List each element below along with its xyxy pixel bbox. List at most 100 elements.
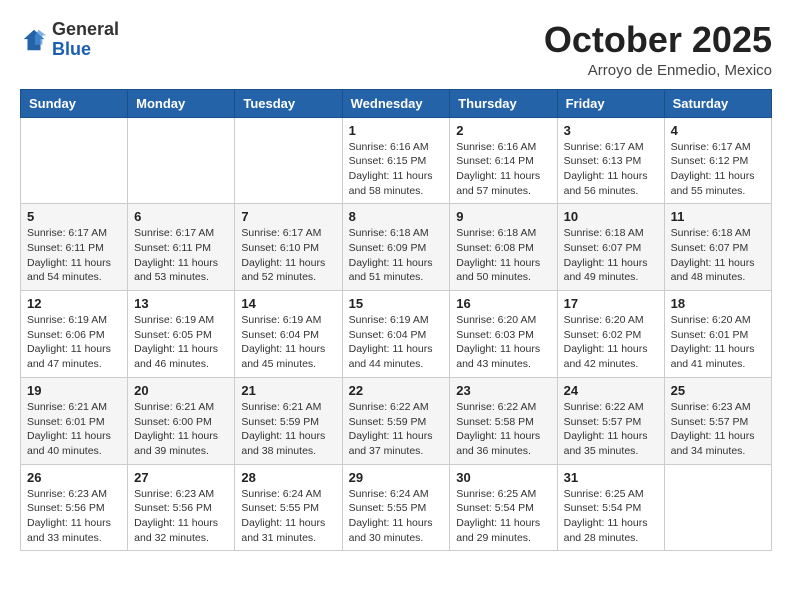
calendar-cell: 17Sunrise: 6:20 AM Sunset: 6:02 PM Dayli… — [557, 291, 664, 378]
calendar-cell: 28 Sunrise: 6:24 AM Sunset: 5:55 PM Dayli… — [235, 464, 342, 551]
weekday-header: Sunday — [21, 89, 128, 117]
calendar-cell: 4 Sunrise: 6:17 AM Sunset: 6:12 PM Daylig… — [664, 117, 771, 204]
calendar-cell — [21, 117, 128, 204]
day-info: Sunrise: 6:23 AM Sunset: 5:56 PM Dayligh… — [27, 487, 121, 546]
day-info: Sunrise: 6:22 AM Sunset: 5:58 PM Dayligh… — [456, 400, 550, 459]
calendar-cell: 18 Sunrise: 6:20 AM Sunset: 6:01 PM Dayli… — [664, 291, 771, 378]
day-info: Sunrise: 6:20 AM Sunset: 6:01 PM Dayligh… — [671, 313, 765, 372]
calendar-cell: 6Sunrise: 6:17 AM Sunset: 6:11 PM Daylig… — [128, 204, 235, 291]
day-number: 20 — [134, 383, 228, 398]
calendar-week-row: 1 Sunrise: 6:16 AM Sunset: 6:15 PM Daylig… — [21, 117, 772, 204]
calendar-cell: 15 Sunrise: 6:19 AM Sunset: 6:04 PM Dayli… — [342, 291, 450, 378]
day-info: Sunrise: 6:17 AM Sunset: 6:10 PM Dayligh… — [241, 226, 335, 285]
page-header: General Blue October 2025 Arroyo de Enme… — [20, 20, 772, 79]
calendar-cell: 19 Sunrise: 6:21 AM Sunset: 6:01 PM Dayli… — [21, 377, 128, 464]
logo-icon — [20, 26, 48, 54]
calendar-cell: 10 Sunrise: 6:18 AM Sunset: 6:07 PM Dayli… — [557, 204, 664, 291]
weekday-header: Wednesday — [342, 89, 450, 117]
day-info: Sunrise: 6:23 AM Sunset: 5:57 PM Dayligh… — [671, 400, 765, 459]
day-number: 24 — [564, 383, 658, 398]
day-number: 1 — [349, 123, 444, 138]
calendar-cell: 14 Sunrise: 6:19 AM Sunset: 6:04 PM Dayli… — [235, 291, 342, 378]
calendar-cell: 26Sunrise: 6:23 AM Sunset: 5:56 PM Dayli… — [21, 464, 128, 551]
title-area: October 2025 Arroyo de Enmedio, Mexico — [544, 20, 772, 79]
calendar-cell: 1 Sunrise: 6:16 AM Sunset: 6:15 PM Daylig… — [342, 117, 450, 204]
day-number: 4 — [671, 123, 765, 138]
day-info: Sunrise: 6:19 AM Sunset: 6:04 PM Dayligh… — [241, 313, 335, 372]
calendar-week-row: 12Sunrise: 6:19 AM Sunset: 6:06 PM Dayli… — [21, 291, 772, 378]
day-info: Sunrise: 6:20 AM Sunset: 6:03 PM Dayligh… — [456, 313, 550, 372]
day-info: Sunrise: 6:17 AM Sunset: 6:12 PM Dayligh… — [671, 140, 765, 199]
day-number: 19 — [27, 383, 121, 398]
location-title: Arroyo de Enmedio, Mexico — [544, 62, 772, 79]
day-number: 29 — [349, 470, 444, 485]
day-info: Sunrise: 6:16 AM Sunset: 6:15 PM Dayligh… — [349, 140, 444, 199]
day-info: Sunrise: 6:16 AM Sunset: 6:14 PM Dayligh… — [456, 140, 550, 199]
day-number: 22 — [349, 383, 444, 398]
calendar-header-row: SundayMondayTuesdayWednesdayThursdayFrid… — [21, 89, 772, 117]
day-info: Sunrise: 6:17 AM Sunset: 6:13 PM Dayligh… — [564, 140, 658, 199]
day-info: Sunrise: 6:21 AM Sunset: 5:59 PM Dayligh… — [241, 400, 335, 459]
day-number: 14 — [241, 296, 335, 311]
day-number: 16 — [456, 296, 550, 311]
calendar-cell: 8Sunrise: 6:18 AM Sunset: 6:09 PM Daylig… — [342, 204, 450, 291]
weekday-header: Friday — [557, 89, 664, 117]
weekday-header: Tuesday — [235, 89, 342, 117]
day-info: Sunrise: 6:24 AM Sunset: 5:55 PM Dayligh… — [349, 487, 444, 546]
month-title: October 2025 — [544, 20, 772, 60]
calendar-cell — [664, 464, 771, 551]
day-number: 15 — [349, 296, 444, 311]
calendar-cell: 20 Sunrise: 6:21 AM Sunset: 6:00 PM Dayli… — [128, 377, 235, 464]
day-info: Sunrise: 6:21 AM Sunset: 6:00 PM Dayligh… — [134, 400, 228, 459]
calendar-cell: 9 Sunrise: 6:18 AM Sunset: 6:08 PM Daylig… — [450, 204, 557, 291]
calendar-cell: 22 Sunrise: 6:22 AM Sunset: 5:59 PM Dayli… — [342, 377, 450, 464]
day-info: Sunrise: 6:19 AM Sunset: 6:05 PM Dayligh… — [134, 313, 228, 372]
logo: General Blue — [20, 20, 119, 60]
day-info: Sunrise: 6:17 AM Sunset: 6:11 PM Dayligh… — [27, 226, 121, 285]
day-number: 21 — [241, 383, 335, 398]
day-info: Sunrise: 6:24 AM Sunset: 5:55 PM Dayligh… — [241, 487, 335, 546]
day-number: 2 — [456, 123, 550, 138]
day-number: 9 — [456, 209, 550, 224]
logo-blue: Blue — [52, 39, 91, 59]
calendar-table: SundayMondayTuesdayWednesdayThursdayFrid… — [20, 89, 772, 552]
day-number: 10 — [564, 209, 658, 224]
day-number: 8 — [349, 209, 444, 224]
calendar-cell: 12Sunrise: 6:19 AM Sunset: 6:06 PM Dayli… — [21, 291, 128, 378]
calendar-week-row: 5Sunrise: 6:17 AM Sunset: 6:11 PM Daylig… — [21, 204, 772, 291]
day-number: 18 — [671, 296, 765, 311]
day-info: Sunrise: 6:22 AM Sunset: 5:57 PM Dayligh… — [564, 400, 658, 459]
calendar-cell: 16 Sunrise: 6:20 AM Sunset: 6:03 PM Dayli… — [450, 291, 557, 378]
day-number: 27 — [134, 470, 228, 485]
weekday-header: Monday — [128, 89, 235, 117]
day-number: 31 — [564, 470, 658, 485]
logo-general: General — [52, 19, 119, 39]
calendar-cell: 25Sunrise: 6:23 AM Sunset: 5:57 PM Dayli… — [664, 377, 771, 464]
calendar-cell: 27Sunrise: 6:23 AM Sunset: 5:56 PM Dayli… — [128, 464, 235, 551]
calendar-cell: 2 Sunrise: 6:16 AM Sunset: 6:14 PM Daylig… — [450, 117, 557, 204]
calendar-cell: 24 Sunrise: 6:22 AM Sunset: 5:57 PM Dayli… — [557, 377, 664, 464]
calendar-week-row: 19 Sunrise: 6:21 AM Sunset: 6:01 PM Dayli… — [21, 377, 772, 464]
day-info: Sunrise: 6:18 AM Sunset: 6:07 PM Dayligh… — [564, 226, 658, 285]
calendar-cell: 3Sunrise: 6:17 AM Sunset: 6:13 PM Daylig… — [557, 117, 664, 204]
calendar-cell: 29 Sunrise: 6:24 AM Sunset: 5:55 PM Dayli… — [342, 464, 450, 551]
day-number: 28 — [241, 470, 335, 485]
day-info: Sunrise: 6:25 AM Sunset: 5:54 PM Dayligh… — [564, 487, 658, 546]
day-number: 6 — [134, 209, 228, 224]
calendar-cell: 30Sunrise: 6:25 AM Sunset: 5:54 PM Dayli… — [450, 464, 557, 551]
day-info: Sunrise: 6:19 AM Sunset: 6:04 PM Dayligh… — [349, 313, 444, 372]
calendar-cell: 21 Sunrise: 6:21 AM Sunset: 5:59 PM Dayli… — [235, 377, 342, 464]
calendar-cell — [128, 117, 235, 204]
day-number: 11 — [671, 209, 765, 224]
calendar-cell: 23 Sunrise: 6:22 AM Sunset: 5:58 PM Dayli… — [450, 377, 557, 464]
day-info: Sunrise: 6:18 AM Sunset: 6:08 PM Dayligh… — [456, 226, 550, 285]
day-info: Sunrise: 6:22 AM Sunset: 5:59 PM Dayligh… — [349, 400, 444, 459]
day-number: 17 — [564, 296, 658, 311]
logo-text: General Blue — [52, 20, 119, 60]
weekday-header: Thursday — [450, 89, 557, 117]
day-number: 7 — [241, 209, 335, 224]
day-info: Sunrise: 6:21 AM Sunset: 6:01 PM Dayligh… — [27, 400, 121, 459]
day-number: 12 — [27, 296, 121, 311]
day-number: 23 — [456, 383, 550, 398]
day-number: 13 — [134, 296, 228, 311]
